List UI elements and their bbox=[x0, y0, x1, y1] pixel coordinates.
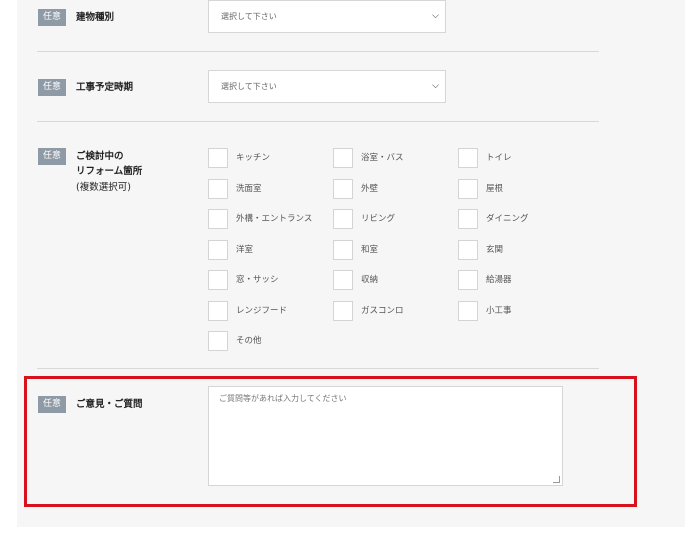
building-type-label: 建物種別 bbox=[76, 12, 115, 23]
reform-area-label-line-3: (複数選択可) bbox=[76, 182, 131, 193]
reform-option[interactable]: リビング bbox=[333, 209, 453, 231]
divider bbox=[37, 368, 599, 369]
checkbox-label: 窓・サッシ bbox=[236, 275, 279, 285]
reform-option[interactable]: 和室 bbox=[333, 239, 453, 262]
checkbox-label: 外壁 bbox=[361, 183, 379, 194]
reform-option[interactable]: 浴室・バス bbox=[333, 148, 453, 170]
checkbox-label: その他 bbox=[236, 336, 262, 346]
reform-option[interactable]: 小工事 bbox=[458, 300, 578, 323]
reform-option[interactable]: 洋室 bbox=[208, 239, 328, 262]
reform-option[interactable]: 給湯器 bbox=[458, 270, 578, 292]
optional-badge: 任意 bbox=[38, 79, 66, 96]
reform-option[interactable]: 窓・サッシ bbox=[208, 270, 328, 292]
construction-timing-select[interactable]: 選択して下さい ⌵ bbox=[208, 70, 446, 103]
checkbox[interactable] bbox=[458, 178, 478, 199]
checkbox-label: 洗面室 bbox=[236, 183, 262, 194]
reform-area-label-line-1: ご検討中の bbox=[76, 151, 124, 162]
reform-area-label-line-2: リフォーム箇所 bbox=[76, 166, 143, 177]
checkbox[interactable] bbox=[333, 178, 353, 199]
construction-timing-placeholder: 選択して下さい bbox=[221, 82, 277, 91]
chevron-down-icon: ⌵ bbox=[432, 81, 439, 91]
checkbox[interactable] bbox=[333, 148, 353, 168]
checkbox-label: 屋根 bbox=[486, 183, 504, 194]
checkbox[interactable] bbox=[458, 148, 478, 168]
highlight-box bbox=[24, 376, 637, 507]
checkbox[interactable] bbox=[333, 300, 353, 321]
reform-option[interactable]: キッチン bbox=[208, 148, 328, 170]
checkbox-label: キッチン bbox=[236, 153, 271, 163]
reform-option[interactable]: 外壁 bbox=[333, 178, 453, 201]
checkbox[interactable] bbox=[333, 270, 353, 290]
checkbox[interactable] bbox=[458, 270, 478, 290]
divider bbox=[37, 121, 599, 122]
checkbox[interactable] bbox=[208, 331, 228, 351]
checkbox[interactable] bbox=[333, 209, 353, 229]
checkbox[interactable] bbox=[208, 148, 228, 168]
reform-option[interactable]: レンジフード bbox=[208, 300, 328, 323]
checkbox[interactable] bbox=[208, 209, 228, 229]
checkbox[interactable] bbox=[458, 209, 478, 229]
checkbox-label: 浴室・バス bbox=[361, 153, 404, 163]
optional-badge: 任意 bbox=[38, 148, 66, 165]
checkbox-label: 玄関 bbox=[486, 244, 504, 255]
checkbox-label: トイレ bbox=[486, 153, 512, 163]
reform-option[interactable]: トイレ bbox=[458, 148, 578, 170]
construction-timing-label: 工事予定時期 bbox=[76, 82, 134, 93]
checkbox-label: ダイニング bbox=[486, 214, 529, 224]
reform-option[interactable]: ガスコンロ bbox=[333, 300, 453, 323]
checkbox[interactable] bbox=[208, 239, 228, 260]
checkbox-label: ガスコンロ bbox=[361, 305, 404, 316]
checkbox-label: 収納 bbox=[361, 275, 379, 285]
checkbox-label: 小工事 bbox=[486, 305, 512, 316]
reform-option[interactable]: 屋根 bbox=[458, 178, 578, 201]
checkbox-label: レンジフード bbox=[236, 305, 288, 316]
reform-option[interactable]: 収納 bbox=[333, 270, 453, 292]
checkbox-label: リビング bbox=[361, 214, 396, 224]
building-type-placeholder: 選択して下さい bbox=[221, 12, 277, 21]
optional-badge: 任意 bbox=[38, 9, 66, 26]
checkbox[interactable] bbox=[458, 300, 478, 321]
building-type-select[interactable]: 選択して下さい ⌵ bbox=[208, 0, 446, 33]
divider bbox=[37, 51, 599, 52]
reform-option[interactable]: 洗面室 bbox=[208, 178, 328, 201]
reform-option[interactable]: ダイニング bbox=[458, 209, 578, 231]
checkbox[interactable] bbox=[208, 300, 228, 321]
checkbox-label: 和室 bbox=[361, 244, 379, 255]
checkbox-label: 洋室 bbox=[236, 244, 254, 255]
reform-option[interactable]: 玄関 bbox=[458, 239, 578, 262]
chevron-down-icon: ⌵ bbox=[432, 11, 439, 21]
checkbox[interactable] bbox=[208, 178, 228, 199]
reform-option[interactable]: その他 bbox=[208, 331, 328, 353]
checkbox-label: 外構・エントランス bbox=[236, 214, 313, 224]
checkbox[interactable] bbox=[458, 239, 478, 260]
checkbox-label: 給湯器 bbox=[486, 275, 512, 285]
checkbox[interactable] bbox=[333, 239, 353, 260]
checkbox[interactable] bbox=[208, 270, 228, 290]
reform-option[interactable]: 外構・エントランス bbox=[208, 209, 328, 231]
